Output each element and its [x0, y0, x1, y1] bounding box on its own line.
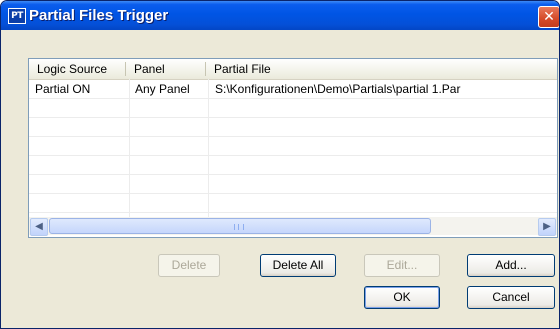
table-row-empty: [29, 118, 557, 137]
title-bar[interactable]: PT Partial Files Trigger ✕: [1, 1, 559, 30]
table-row-empty: [29, 99, 557, 118]
list-header: Logic Source Panel Partial File: [29, 59, 557, 80]
table-row-empty: [29, 175, 557, 194]
horizontal-scrollbar[interactable]: ◀ ▶: [29, 217, 557, 236]
add-button[interactable]: Add...: [467, 254, 555, 277]
scroll-right-button[interactable]: ▶: [538, 218, 556, 236]
delete-button[interactable]: Delete: [158, 254, 220, 277]
app-icon: PT: [8, 8, 26, 24]
cell-partial-file: S:\Konfigurationen\Demo\Partials\partial…: [215, 82, 461, 96]
table-row[interactable]: Partial ON Any Panel S:\Konfigurationen\…: [29, 80, 557, 99]
column-header-panel[interactable]: Panel: [126, 59, 205, 79]
window-title: Partial Files Trigger: [29, 7, 169, 24]
table-row-empty: [29, 137, 557, 156]
scroll-left-button[interactable]: ◀: [30, 218, 48, 236]
partial-files-list[interactable]: Logic Source Panel Partial File Partial …: [28, 58, 558, 238]
table-row-empty: [29, 156, 557, 175]
column-header-logic-source[interactable]: Logic Source: [29, 59, 125, 79]
ok-button[interactable]: OK: [364, 286, 440, 309]
delete-all-button[interactable]: Delete All: [260, 254, 336, 277]
cancel-button[interactable]: Cancel: [467, 286, 555, 309]
cell-logic-source: Partial ON: [35, 82, 91, 96]
scrollbar-thumb[interactable]: [49, 218, 431, 234]
dialog-window: PT Partial Files Trigger ✕ Logic Source …: [0, 0, 560, 329]
table-row-empty: [29, 194, 557, 213]
edit-button[interactable]: Edit...: [364, 254, 440, 277]
column-header-partial-file[interactable]: Partial File: [206, 59, 557, 79]
close-button[interactable]: ✕: [538, 6, 559, 28]
grip-icon: [234, 224, 244, 230]
cell-panel: Any Panel: [135, 82, 190, 96]
